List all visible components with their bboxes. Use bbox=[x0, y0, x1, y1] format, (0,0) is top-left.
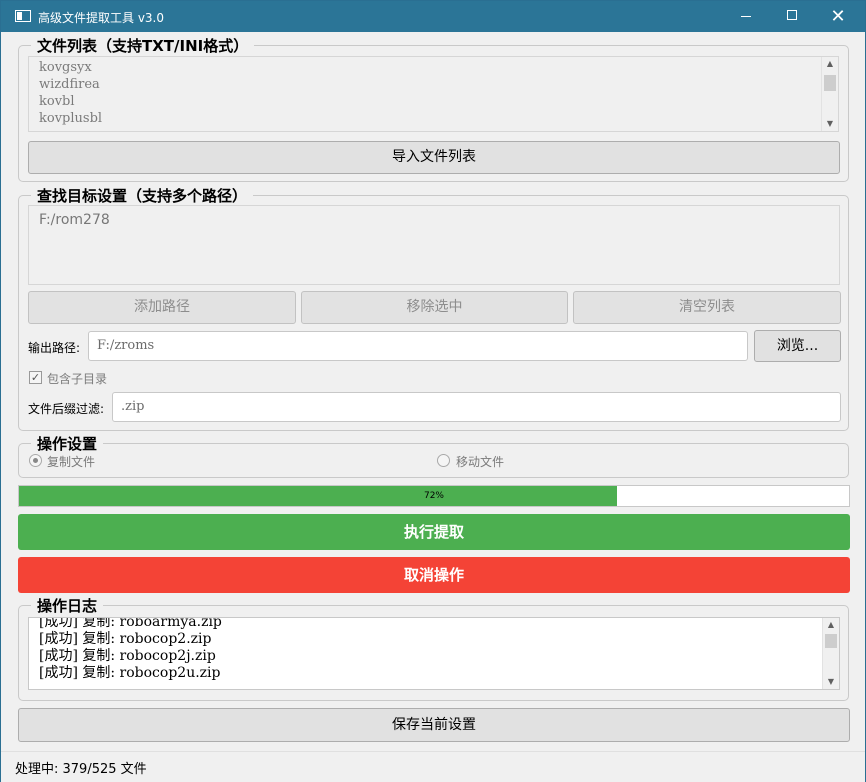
title-bar[interactable]: 高级文件提取工具 v3.0 ✕ bbox=[1, 1, 865, 32]
minimize-icon bbox=[741, 16, 751, 17]
operation-log-group: 操作日志 [成功] 复制: roboarmya.zip [成功] 复制: rob… bbox=[18, 598, 849, 701]
progress-text: 72% bbox=[423, 491, 444, 501]
target-settings-group: 查找目标设置（支持多个路径） F:/rom278 添加路径 移除选中 清空列表 … bbox=[18, 188, 849, 431]
list-item[interactable]: wizdfirea bbox=[39, 76, 102, 93]
scroll-down-icon[interactable]: ▼ bbox=[823, 675, 839, 689]
target-path-list[interactable]: F:/rom278 bbox=[28, 205, 840, 285]
progress-bar: 72% bbox=[18, 485, 850, 507]
maximize-button[interactable] bbox=[769, 1, 815, 32]
move-file-radio[interactable] bbox=[437, 454, 450, 467]
log-line: [成功] 复制: robocop2j.zip bbox=[39, 648, 216, 664]
close-button[interactable]: ✕ bbox=[815, 1, 861, 32]
log-line: [成功] 复制: robocop2.zip bbox=[39, 631, 212, 647]
file-list[interactable]: kovgsyx wizdfirea kovbl kovplusbl ▲ ▼ bbox=[28, 56, 839, 132]
output-path-input[interactable]: F:/zroms bbox=[88, 331, 748, 361]
import-file-list-button[interactable]: 导入文件列表 bbox=[28, 141, 840, 174]
app-window: 高级文件提取工具 v3.0 ✕ 文件列表（支持TXT/INI格式） kovgsy… bbox=[0, 0, 866, 782]
status-text: 处理中: 379/525 文件 bbox=[15, 762, 147, 777]
operation-log[interactable]: [成功] 复制: roboarmya.zip [成功] 复制: robocop2… bbox=[28, 617, 840, 690]
scroll-thumb[interactable] bbox=[824, 75, 836, 91]
move-file-label[interactable]: 移动文件 bbox=[456, 453, 504, 470]
scroll-thumb[interactable] bbox=[825, 634, 837, 648]
log-scrollbar[interactable]: ▲ ▼ bbox=[822, 618, 839, 689]
file-list-items: kovgsyx wizdfirea kovbl kovplusbl bbox=[39, 59, 102, 127]
app-icon bbox=[15, 10, 31, 22]
log-lines: [成功] 复制: roboarmya.zip [成功] 复制: robocop2… bbox=[39, 617, 222, 682]
list-item[interactable]: kovplusbl bbox=[39, 110, 102, 127]
cancel-operation-button[interactable]: 取消操作 bbox=[18, 557, 850, 593]
close-icon: ✕ bbox=[830, 6, 846, 27]
log-line: [成功] 复制: robocop2u.zip bbox=[39, 665, 221, 681]
copy-file-radio[interactable] bbox=[29, 454, 42, 467]
execute-extract-button[interactable]: 执行提取 bbox=[18, 514, 850, 550]
scroll-down-icon[interactable]: ▼ bbox=[822, 117, 838, 131]
list-item[interactable]: F:/rom278 bbox=[39, 212, 110, 229]
operation-settings-group-title: 操作设置 bbox=[31, 436, 104, 452]
file-list-group-title: 文件列表（支持TXT/INI格式） bbox=[31, 38, 255, 54]
maximize-icon bbox=[787, 10, 797, 20]
output-path-label: 输出路径: bbox=[28, 341, 81, 355]
add-path-button[interactable]: 添加路径 bbox=[28, 291, 296, 324]
include-subdirs-label[interactable]: 包含子目录 bbox=[47, 370, 107, 387]
operation-log-group-title: 操作日志 bbox=[31, 598, 104, 614]
operation-settings-group: 操作设置 复制文件 移动文件 bbox=[18, 436, 849, 478]
copy-file-label[interactable]: 复制文件 bbox=[47, 453, 95, 470]
minimize-button[interactable] bbox=[723, 1, 769, 32]
list-item[interactable]: kovgsyx bbox=[39, 59, 102, 76]
window-title: 高级文件提取工具 v3.0 bbox=[38, 11, 165, 25]
suffix-filter-label: 文件后缀过滤: bbox=[28, 402, 105, 416]
scroll-up-icon[interactable]: ▲ bbox=[822, 57, 838, 71]
remove-selected-button[interactable]: 移除选中 bbox=[301, 291, 568, 324]
save-settings-button[interactable]: 保存当前设置 bbox=[18, 708, 850, 742]
list-item[interactable]: kovbl bbox=[39, 93, 102, 110]
file-list-group: 文件列表（支持TXT/INI格式） kovgsyx wizdfirea kovb… bbox=[18, 38, 849, 182]
status-bar: 处理中: 379/525 文件 bbox=[1, 751, 865, 782]
target-settings-group-title: 查找目标设置（支持多个路径） bbox=[31, 188, 254, 204]
suffix-filter-input[interactable]: .zip bbox=[112, 392, 841, 422]
scroll-up-icon[interactable]: ▲ bbox=[823, 618, 839, 632]
include-subdirs-checkbox[interactable]: ✓ bbox=[29, 371, 42, 384]
clear-list-button[interactable]: 清空列表 bbox=[573, 291, 841, 324]
file-list-scrollbar[interactable]: ▲ ▼ bbox=[821, 57, 838, 131]
log-line: [成功] 复制: roboarmya.zip bbox=[39, 617, 222, 630]
browse-button[interactable]: 浏览... bbox=[754, 330, 841, 362]
